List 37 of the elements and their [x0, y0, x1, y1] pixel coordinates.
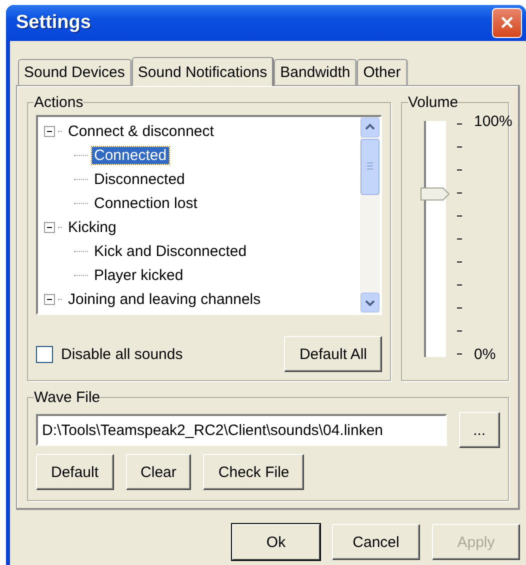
- group-title: Wave File: [34, 389, 100, 406]
- tab[interactable]: Sound Devices: [18, 59, 132, 85]
- tab[interactable]: Sound Notifications: [132, 57, 274, 86]
- collapse-icon[interactable]: [44, 126, 55, 136]
- tree-item[interactable]: Joining and leaving channels: [66, 290, 263, 308]
- checkbox[interactable]: [36, 346, 53, 362]
- dialog-button[interactable]: Cancel: [332, 524, 420, 560]
- dialog-button[interactable]: Ok: [232, 524, 320, 560]
- file-path-field[interactable]: D:\Tools\Teamspeak2_RC2\Client\sounds\04.linken: [36, 414, 447, 446]
- tree-item[interactable]: Kick and Disconnected: [92, 242, 249, 260]
- tree-item[interactable]: Player kicked: [92, 266, 186, 284]
- window-title: Settings: [16, 12, 91, 34]
- default-all-button[interactable]: Default All: [284, 336, 382, 372]
- tree-item[interactable]: Connection lost: [92, 194, 200, 212]
- tree-item[interactable]: Connect & disconnect: [66, 122, 216, 140]
- browse-button[interactable]: ...: [458, 412, 500, 448]
- max-label: 100%: [474, 113, 512, 130]
- wave-button[interactable]: Check File: [203, 454, 304, 490]
- collapse-icon[interactable]: [44, 294, 55, 304]
- collapse-icon[interactable]: [44, 222, 55, 232]
- tab[interactable]: Bandwidth: [274, 59, 358, 85]
- wave-button[interactable]: Clear: [126, 454, 192, 490]
- scrollbar[interactable]: [360, 117, 380, 313]
- disable-sounds-checkbox[interactable]: Disable all sounds: [36, 346, 183, 362]
- tree-item[interactable]: Kicking: [66, 218, 118, 236]
- checkbox-label: Disable all sounds: [61, 346, 183, 362]
- min-label: 0%: [474, 346, 496, 363]
- wave-button[interactable]: Default: [36, 454, 114, 490]
- scroll-up-icon[interactable]: [360, 117, 380, 138]
- slider-thumb[interactable]: [420, 187, 450, 201]
- group-title: Actions: [34, 94, 84, 111]
- tree-item[interactable]: Connected: [92, 146, 169, 164]
- tab[interactable]: Other: [357, 59, 408, 85]
- scroll-down-icon[interactable]: [360, 292, 380, 313]
- group-title: Volume: [408, 94, 458, 111]
- scroll-thumb[interactable]: [360, 139, 380, 195]
- tree-item[interactable]: Disconnected: [92, 170, 187, 188]
